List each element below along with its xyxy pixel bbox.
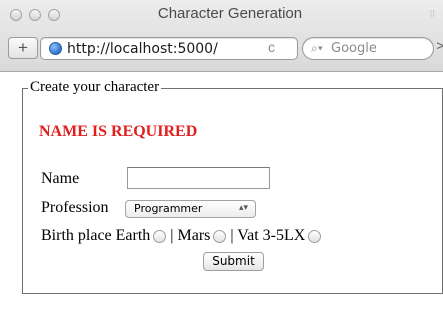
toolbar-toggle-icon[interactable]: ⁞⁞ [429, 10, 435, 21]
reload-icon[interactable]: c [268, 39, 275, 55]
submit-button[interactable]: Submit [203, 252, 264, 271]
search-placeholder: Google [331, 41, 377, 56]
browser-chrome: Character Generation ⁞⁞ + http://localho… [0, 0, 443, 72]
search-icon: ⌕▾ [311, 41, 323, 55]
profession-select[interactable]: Programmer ▴▾ [125, 200, 256, 218]
profession-label: Profession [41, 199, 109, 216]
radio-mars[interactable] [213, 229, 227, 243]
chevron-right-icon[interactable]: > [436, 38, 443, 53]
minimize-window-button[interactable] [29, 9, 41, 21]
option-earth-label: Earth [115, 227, 151, 244]
search-field[interactable]: ⌕▾ Google [302, 37, 434, 60]
name-label: Name [41, 170, 80, 187]
address-bar[interactable]: http://localhost:5000/ c [40, 37, 298, 60]
radio-vat[interactable] [308, 229, 322, 243]
option-mars-label: | Mars [170, 227, 211, 244]
error-message: NAME IS REQUIRED [39, 123, 198, 140]
name-input[interactable] [127, 167, 270, 189]
radio-earth[interactable] [153, 229, 167, 243]
birth-place-row: Birth place Earth | Mars | Vat 3-5LX [41, 225, 325, 247]
birth-place-label: Birth place [41, 227, 112, 244]
option-vat-label: | Vat 3-5LX [230, 227, 306, 244]
address-text[interactable]: http://localhost:5000/ [67, 41, 218, 57]
fieldset-legend: Create your character [28, 79, 162, 96]
zoom-window-button[interactable] [48, 9, 60, 21]
close-window-button[interactable] [10, 9, 22, 21]
window-title: Character Generation [157, 5, 303, 22]
profession-selected-value: Programmer [134, 202, 203, 215]
globe-icon [49, 42, 62, 55]
select-arrows-icon: ▴▾ [238, 202, 248, 212]
add-bookmark-button[interactable]: + [8, 37, 38, 59]
